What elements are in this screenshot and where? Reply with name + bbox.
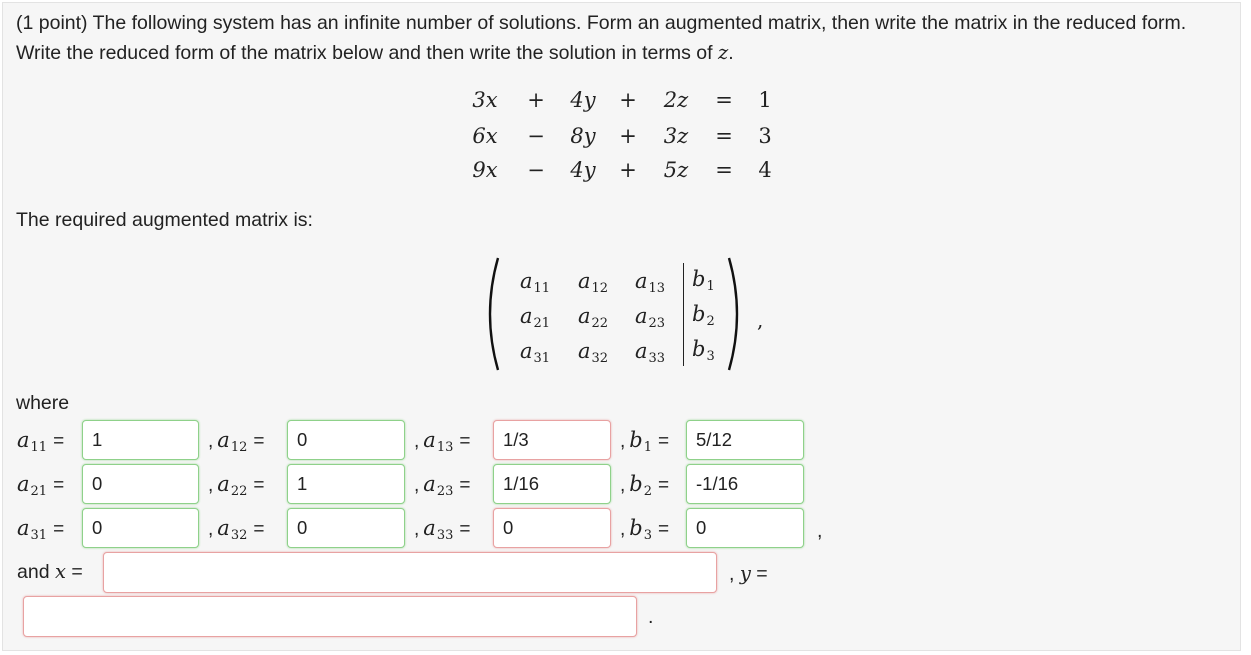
input-a13[interactable] [493, 420, 611, 460]
input-x[interactable] [103, 552, 717, 593]
label-a32: , a32 = [208, 516, 265, 543]
eq1-term-z: 2z [663, 88, 689, 112]
eq3-rhs: 4 [758, 158, 772, 182]
input-a32[interactable] [287, 508, 405, 548]
eq2-term-y: 8y [570, 124, 596, 148]
label-b1: , b1 = [620, 428, 670, 455]
eq2-term-x: 6x [472, 124, 498, 148]
augment-divider [683, 263, 684, 366]
eq3-op2: + [619, 158, 637, 182]
matrix-entry-a32: a32 [578, 339, 609, 366]
input-a33[interactable] [493, 508, 611, 548]
input-a22[interactable] [287, 464, 405, 504]
input-a31[interactable] [82, 508, 199, 548]
right-paren [727, 257, 739, 371]
label-a23: , a23 = [414, 472, 471, 499]
left-paren [488, 257, 500, 371]
input-a21[interactable] [82, 464, 199, 504]
eq3-op1: − [527, 158, 545, 182]
label-a22: , a22 = [208, 472, 265, 499]
matrix-entry-a23: a23 [635, 304, 666, 331]
eq1-op2: + [619, 88, 637, 112]
input-y[interactable] [23, 596, 637, 637]
row-end-comma: , [817, 520, 823, 542]
matrix-trailing-comma: , [757, 308, 764, 332]
input-b2[interactable] [686, 464, 804, 504]
label-a11: a11 = [17, 428, 65, 455]
label-a31: a31 = [17, 516, 65, 543]
and-x-label: and x = [17, 560, 83, 583]
matrix-entry-b1: b1 [692, 267, 715, 294]
eq3-equals: = [715, 158, 733, 182]
problem-statement: (1 point) The following system has an in… [16, 12, 1187, 64]
eq3-term-x: 9x [472, 158, 498, 182]
eq3-term-y: 4y [570, 158, 596, 182]
input-b1[interactable] [686, 420, 804, 460]
matrix-entry-a11: a11 [520, 269, 551, 296]
input-a11[interactable] [82, 420, 199, 460]
label-a13: , a13 = [414, 428, 471, 455]
matrix-entry-a12: a12 [578, 269, 609, 296]
matrix-entry-a22: a22 [578, 304, 609, 331]
matrix-entry-a21: a21 [520, 304, 551, 331]
eq3-term-z: 5z [663, 158, 689, 182]
where-label: where [16, 392, 70, 414]
input-a12[interactable] [287, 420, 405, 460]
eq2-term-z: 3z [663, 124, 689, 148]
input-b3[interactable] [686, 508, 804, 548]
eq2-rhs: 3 [758, 124, 772, 148]
eq1-op1: + [527, 88, 545, 112]
matrix-entry-a33: a33 [635, 339, 666, 366]
label-a12: , a12 = [208, 428, 265, 455]
matrix-entry-b3: b3 [692, 337, 715, 364]
augmented-matrix-label: The required augmented matrix is: [16, 209, 313, 231]
eq2-op1: − [527, 124, 545, 148]
eq1-equals: = [715, 88, 733, 112]
eq2-op2: + [619, 124, 637, 148]
label-a21: a21 = [17, 472, 65, 499]
matrix-entry-a13: a13 [635, 269, 666, 296]
label-a33: , a33 = [414, 516, 471, 543]
label-b3: , b3 = [620, 516, 670, 543]
final-period: . [648, 606, 654, 628]
label-b2: , b2 = [620, 472, 670, 499]
matrix-entry-b2: b2 [692, 302, 715, 329]
eq1-rhs: 1 [758, 88, 772, 112]
y-label: , y = [729, 562, 768, 585]
eq1-term-x: 3x [472, 88, 498, 112]
matrix-entry-a31: a31 [520, 339, 551, 366]
eq2-equals: = [715, 124, 733, 148]
eq1-term-y: 4y [570, 88, 596, 112]
input-a23[interactable] [493, 464, 611, 504]
